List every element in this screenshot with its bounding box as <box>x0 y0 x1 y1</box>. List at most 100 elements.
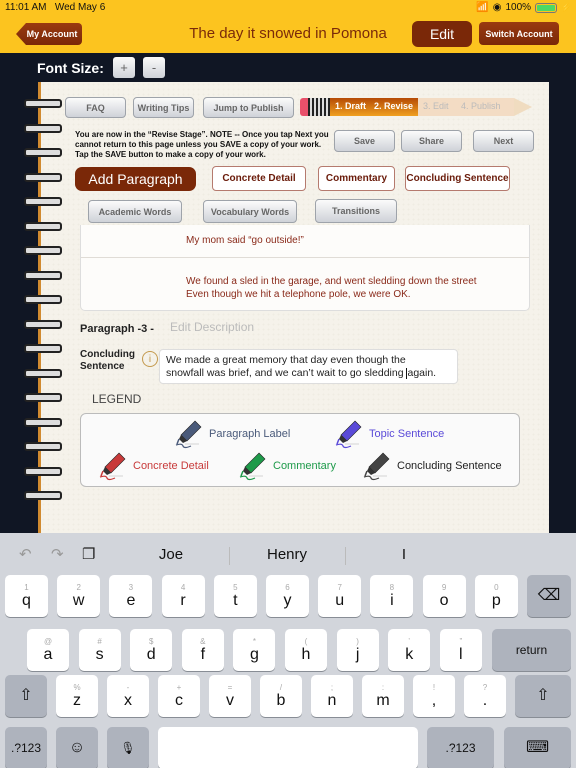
paragraph-line[interactable]: Even though we hit a telephone pole, we … <box>186 289 411 301</box>
key-char: k <box>405 645 414 663</box>
key-char: w <box>72 591 85 609</box>
key-h[interactable]: (h <box>285 629 327 671</box>
key-w[interactable]: 2w <box>57 575 101 617</box>
key-r[interactable]: 4r <box>161 575 205 617</box>
add-paragraph-button[interactable]: Add Paragraph <box>75 167 196 191</box>
key-alt-char: 0 <box>494 582 499 592</box>
vocabulary-words-button[interactable]: Vocabulary Words <box>203 200 297 223</box>
key-alt-char: ! <box>432 682 436 692</box>
key-l[interactable]: ” l <box>439 629 482 671</box>
paragraph-list[interactable]: My mom said “go outside!” We found a sle… <box>80 225 530 311</box>
concluding-sentence-input[interactable]: We made a great memory that day even tho… <box>159 349 458 384</box>
suggestion-3[interactable]: I <box>349 546 459 563</box>
concluding-sentence-button[interactable]: Concluding Sentence <box>405 166 510 191</box>
key-j[interactable]: ) j <box>336 629 379 671</box>
space-key[interactable] <box>158 727 418 768</box>
key-a[interactable]: @ a <box>27 629 69 671</box>
backspace-key[interactable]: ⌫ <box>527 575 571 617</box>
paragraph-line[interactable]: We found a sled in the garage, and went … <box>186 276 477 288</box>
shift-left-key[interactable]: ⇧ <box>5 675 47 717</box>
key-y[interactable]: 6y <box>266 575 309 617</box>
key-g[interactable]: * g <box>233 629 276 671</box>
switch-account-button[interactable]: Switch Account <box>479 22 559 45</box>
share-button[interactable]: Share <box>401 130 462 152</box>
key-alt-char: / <box>279 682 283 692</box>
undo-icon[interactable]: ↶ <box>19 545 32 563</box>
emoji-key[interactable]: ☺ <box>56 727 98 768</box>
key-b[interactable]: / b <box>260 675 302 717</box>
key-n[interactable]: ; n <box>311 675 353 717</box>
key-s[interactable]: # s <box>78 629 121 671</box>
key-q[interactable]: 1q <box>5 575 48 617</box>
academic-words-button[interactable]: Academic Words <box>88 200 182 223</box>
legend-topic-sentence: Topic Sentence <box>333 418 444 450</box>
edit-description-field[interactable]: Edit Description <box>170 320 254 334</box>
commentary-button[interactable]: Commentary <box>318 166 395 191</box>
concrete-detail-button[interactable]: Concrete Detail <box>212 166 306 191</box>
stage-progress-pencil: 1. Draft 2. Revise 3. Edit 4. Publish <box>300 96 532 118</box>
font-decrease-button[interactable]: - <box>143 57 165 78</box>
key-t[interactable]: 5t <box>213 575 257 617</box>
my-account-button[interactable]: My Account <box>16 23 82 45</box>
marker-icon <box>175 420 202 449</box>
key-alt-char: - <box>126 682 130 692</box>
pencil-eraser <box>300 98 308 116</box>
spiral-ring <box>24 392 62 402</box>
key-i[interactable]: 8i <box>370 575 414 617</box>
dictation-key[interactable]: 🎙 <box>107 727 149 768</box>
key-m[interactable]: :m <box>362 675 404 717</box>
legend-concluding-sentence: Concluding Sentence <box>361 450 502 482</box>
jump-to-publish-button[interactable]: Jump to Publish <box>203 97 294 118</box>
numbers-left-key[interactable]: .?123 <box>5 727 47 768</box>
key-period[interactable]: ?. <box>464 675 506 717</box>
key-f[interactable]: & f <box>181 629 224 671</box>
key-o[interactable]: 9o <box>422 575 466 617</box>
next-button[interactable]: Next <box>473 130 534 152</box>
shift-right-key[interactable]: ⇧ <box>515 675 571 717</box>
key-k[interactable]: ’ k <box>388 629 431 671</box>
key-alt-char: @ <box>43 636 53 646</box>
key-alt-char: ? <box>482 682 488 692</box>
edit-button[interactable]: Edit <box>412 21 472 47</box>
pencil-tip <box>514 98 532 116</box>
key-x[interactable]: -x <box>107 675 149 717</box>
save-button[interactable]: Save <box>334 130 395 152</box>
hide-keyboard-key[interactable]: ⌨ <box>504 727 571 768</box>
writing-tips-button[interactable]: Writing Tips <box>133 97 194 118</box>
key-alt-char: 2 <box>76 582 81 592</box>
faq-button[interactable]: FAQ <box>65 97 126 118</box>
key-v[interactable]: = v <box>209 675 251 717</box>
row-divider <box>81 257 529 258</box>
paragraph-line[interactable]: My mom said “go outside!” <box>186 235 304 247</box>
key-char: r <box>180 591 186 609</box>
return-key[interactable]: return <box>492 629 571 671</box>
key-u[interactable]: 7u <box>318 575 362 617</box>
key-e[interactable]: 3e <box>109 575 153 617</box>
key-z[interactable]: % z <box>56 675 98 717</box>
font-increase-button[interactable]: + <box>113 57 135 78</box>
key-char: l <box>459 645 463 663</box>
key-char: .?123 <box>10 741 42 755</box>
info-icon[interactable]: i <box>142 351 158 367</box>
key-alt-char: ( <box>304 636 308 646</box>
spiral-ring <box>24 245 62 255</box>
suggestion-2[interactable]: Henry <box>232 546 342 563</box>
spiral-ring <box>24 221 62 231</box>
numbers-right-key[interactable]: .?123 <box>427 727 494 768</box>
key-alt-char: : <box>381 682 385 692</box>
key-comma[interactable]: !, <box>413 675 455 717</box>
key-d[interactable]: $ d <box>130 629 173 671</box>
key-char: ⌨ <box>525 739 550 756</box>
spiral-ring <box>24 147 62 157</box>
key-c[interactable]: + c <box>158 675 200 717</box>
suggestion-1[interactable]: Joe <box>116 546 226 563</box>
paste-icon[interactable]: ❐ <box>82 545 95 563</box>
transitions-button[interactable]: Transitions <box>315 199 397 223</box>
key-char: x <box>124 691 132 709</box>
spiral-ring <box>24 368 62 378</box>
key-p[interactable]: 0p <box>474 575 518 617</box>
spiral-binding <box>24 96 62 536</box>
redo-icon[interactable]: ↷ <box>51 545 64 563</box>
legend-box: Paragraph Label Topic Sentence Concrete … <box>80 413 520 487</box>
legend-label: Topic Sentence <box>369 428 445 440</box>
